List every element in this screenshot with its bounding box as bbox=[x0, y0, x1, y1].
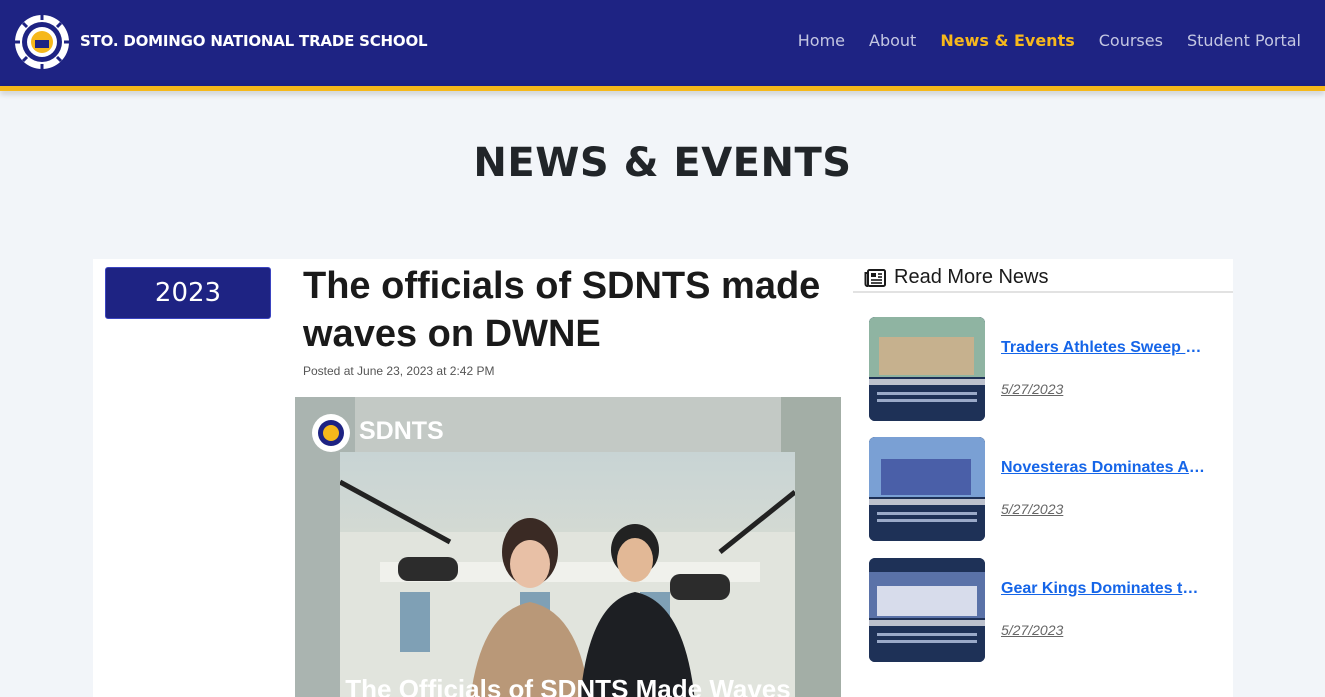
article-title[interactable]: The officials of SDNTS made waves on DWN… bbox=[303, 262, 823, 358]
nav-courses[interactable]: Courses bbox=[1099, 31, 1163, 50]
nav-about[interactable]: About bbox=[869, 31, 916, 50]
feature-caption: The Officials of SDNTS Made Waves bbox=[345, 674, 791, 697]
news-list-item[interactable]: Gear Kings Dominates the Court 5/27/2023 bbox=[869, 558, 1219, 662]
news-thumbnail[interactable] bbox=[869, 558, 985, 662]
news-date: 5/27/2023 bbox=[1001, 381, 1064, 397]
sidebar-divider bbox=[853, 291, 1233, 293]
navbar-accent-stripe bbox=[0, 86, 1325, 91]
news-title-link[interactable]: Novesteras Dominates Archery Continuousl… bbox=[1001, 459, 1206, 477]
newspaper-icon bbox=[864, 268, 886, 287]
news-list-item[interactable]: Novesteras Dominates Archery Continuousl… bbox=[869, 437, 1219, 541]
sdnts-watermark: SDNTS bbox=[359, 417, 444, 445]
studio-photo bbox=[340, 479, 795, 697]
news-list-item[interactable]: Traders Athletes Sweep Medals in Impress… bbox=[869, 317, 1219, 421]
nav-news-events[interactable]: News & Events bbox=[940, 31, 1074, 50]
news-thumbnail[interactable] bbox=[869, 437, 985, 541]
sidebar-heading: Read More News bbox=[864, 266, 1049, 289]
school-logo-icon[interactable] bbox=[14, 14, 70, 70]
school-name[interactable]: STO. DOMINGO NATIONAL TRADE SCHOOL bbox=[80, 32, 428, 50]
year-badge: 2023 bbox=[105, 267, 271, 319]
nav-home[interactable]: Home bbox=[798, 31, 845, 50]
nav-student-portal[interactable]: Student Portal bbox=[1187, 31, 1301, 50]
article-featured-image[interactable]: SDNTS The Officials of SDNTS Made Waves bbox=[295, 397, 841, 697]
page-title: NEWS & EVENTS bbox=[473, 140, 852, 186]
news-date: 5/27/2023 bbox=[1001, 622, 1064, 638]
main-nav: Home About News & Events Courses Student… bbox=[798, 31, 1301, 50]
news-title-link[interactable]: Gear Kings Dominates the Court bbox=[1001, 580, 1206, 598]
news-title-link[interactable]: Traders Athletes Sweep Medals in Impress… bbox=[1001, 339, 1206, 357]
sdnts-logo-icon bbox=[312, 414, 350, 452]
article-posted-date: Posted at June 23, 2023 at 2:42 PM bbox=[303, 364, 495, 378]
news-thumbnail[interactable] bbox=[869, 317, 985, 421]
sidebar-heading-label: Read More News bbox=[894, 266, 1049, 288]
feature-photo bbox=[340, 452, 795, 697]
news-date: 5/27/2023 bbox=[1001, 501, 1064, 517]
top-navbar: STO. DOMINGO NATIONAL TRADE SCHOOL Home … bbox=[0, 0, 1325, 86]
